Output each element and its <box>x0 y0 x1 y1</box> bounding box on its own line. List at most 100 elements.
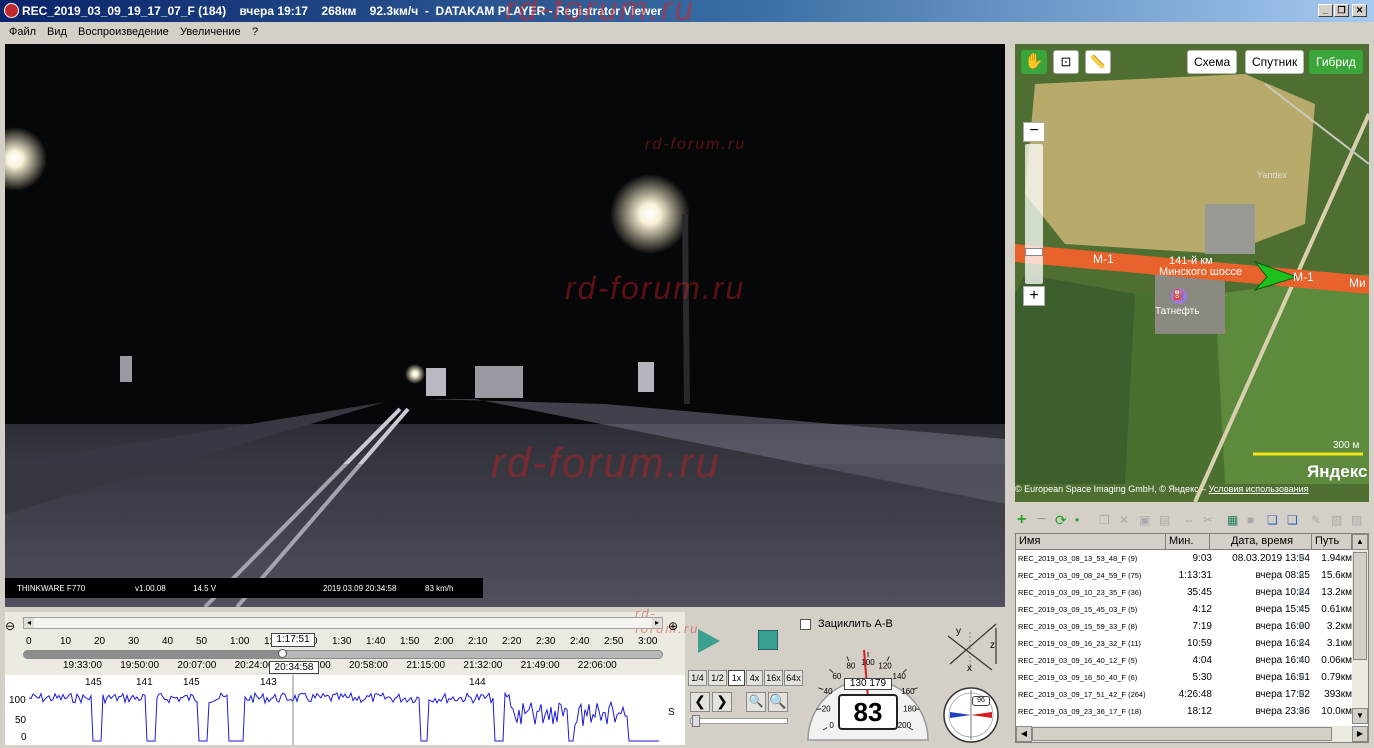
route-icon: ⛕ <box>1298 672 1305 682</box>
speed-axis-50: 50 <box>15 715 27 726</box>
seek-bar[interactable] <box>23 649 663 659</box>
refresh-icon[interactable]: ⟳ <box>1055 512 1067 529</box>
menu-help[interactable]: ? <box>252 26 258 38</box>
menu-playback[interactable]: Воспроизведение <box>78 26 169 38</box>
dot-icon[interactable]: • <box>1075 513 1079 527</box>
zoom-small-icon[interactable]: 🔍 <box>746 692 766 712</box>
volume-slider[interactable] <box>690 715 788 727</box>
hscroll-thumb[interactable] <box>1032 727 1332 741</box>
list-item[interactable]: REC_2019_03_09_10_23_35_F (36) 35:45 вчера… <box>1016 584 1352 601</box>
speed-line <box>29 691 659 742</box>
scroll-up-arrow[interactable]: ▲ <box>1352 534 1368 550</box>
map-zoom-thumb[interactable] <box>1025 248 1043 256</box>
save-icon[interactable]: ▣ <box>1139 513 1150 527</box>
link-icon[interactable]: ⇔ <box>1183 513 1195 527</box>
peak-label-3: 145 <box>183 677 200 688</box>
list-item[interactable]: REC_2019_03_09_16_23_32_F (11) 10:59 вчера… <box>1016 635 1352 652</box>
list-item[interactable]: REC_2019_03_09_23_36_17_F (18) 18:12 вчера… <box>1016 703 1352 720</box>
hscroll-left-arrow[interactable]: ◀ <box>1016 726 1032 742</box>
video-frame[interactable]: rd-forum.ru rd-forum.ru rd-forum.ru <box>5 44 1005 607</box>
zoom-in-icon[interactable]: ⊕ <box>668 619 678 633</box>
hscroll-right-arrow[interactable]: ▶ <box>1352 726 1368 742</box>
map-mode-hybrid[interactable]: Гибрид <box>1309 50 1363 74</box>
speed-button[interactable]: 16x <box>764 670 783 686</box>
list-hscrollbar[interactable]: ◀ ▶ <box>1016 726 1368 742</box>
speed-button[interactable]: 1/2 <box>708 670 727 686</box>
osd-speed: 83 km/h <box>425 584 454 593</box>
fuel-station-icon[interactable]: ⛽ <box>1171 288 1187 304</box>
list-item[interactable]: REC_2019_03_09_16_40_12_F (5) 4:04 вчера 1… <box>1016 652 1352 669</box>
file-name: REC_2019_03_09_08_24_59_F (75) <box>1018 571 1142 580</box>
col-min[interactable]: Мин. <box>1166 534 1210 550</box>
menu-zoom[interactable]: Увеличение <box>180 26 241 38</box>
zoom-box-icon[interactable]: ⊡ <box>1053 50 1079 74</box>
dial-label: 60 <box>832 672 841 681</box>
loop-checkbox[interactable] <box>800 619 811 630</box>
stop-button[interactable] <box>758 630 778 650</box>
col-path[interactable]: Путь <box>1312 534 1352 550</box>
scroll-left-arrow[interactable]: ◂ <box>24 618 34 628</box>
edit-icon[interactable]: ✎ <box>1311 513 1321 527</box>
compass-heading: 96 <box>972 696 990 706</box>
next-frame-button[interactable]: ❯ <box>712 692 732 712</box>
list-item[interactable]: REC_2019_03_09_08_24_59_F (75) 1:13:31 вче… <box>1016 567 1352 584</box>
remove-icon[interactable]: − <box>1037 511 1046 529</box>
horizontal-scrollbar[interactable]: ◂ ▸ <box>23 617 663 629</box>
map-zoom-in[interactable]: + <box>1023 286 1045 306</box>
list-item[interactable]: REC_2019_03_09_15_59_33_F (8) 7:19 вчера 1… <box>1016 618 1352 635</box>
map-mode-satellite[interactable]: Спутник <box>1245 50 1305 74</box>
map-zoom-out[interactable]: − <box>1023 122 1045 142</box>
loop-label: Зациклить А-В <box>818 618 893 630</box>
list-item[interactable]: REC_2019_03_09_16_50_40_F (6) 5:30 вчера 1… <box>1016 669 1352 686</box>
maximize-button[interactable]: ❐ <box>1334 4 1349 17</box>
route-icon: ⛕ <box>1298 604 1305 614</box>
window2-icon[interactable]: ❏ <box>1287 513 1298 527</box>
vertical-scrollbar[interactable]: ▲ ▼ <box>1352 534 1368 724</box>
minimize-button[interactable]: _ <box>1318 4 1333 17</box>
map-zoom-slider[interactable] <box>1025 144 1043 284</box>
speed-button[interactable]: 1/4 <box>688 670 707 686</box>
menu-file[interactable]: Файл <box>9 26 36 38</box>
close-button[interactable]: ✕ <box>1352 4 1367 17</box>
clock-tick: 20:07:00 <box>177 660 217 671</box>
menu-view[interactable]: Вид <box>47 26 67 38</box>
video-scene <box>5 44 1005 607</box>
scroll-down-arrow[interactable]: ▼ <box>1352 708 1368 724</box>
scroll-thumb[interactable] <box>1353 552 1367 660</box>
pan-tool-icon[interactable]: ✋ <box>1021 50 1047 74</box>
add-icon[interactable]: + <box>1017 511 1026 529</box>
volume-thumb[interactable] <box>692 715 700 727</box>
terms-link[interactable]: Условия использования <box>1209 484 1309 494</box>
export-icon[interactable]: ▦ <box>1227 513 1238 527</box>
list-item[interactable]: REC_2019_03_09_17_51_42_F (264) 4:26:48 вч… <box>1016 686 1352 703</box>
zoom-large-icon[interactable]: 🔍 <box>768 692 788 712</box>
doc2-icon[interactable]: ▨ <box>1351 513 1362 527</box>
dial-tick <box>818 687 824 690</box>
copy-icon[interactable]: ❐ <box>1099 513 1110 527</box>
dial-label: 20 <box>822 704 831 713</box>
ruler-icon[interactable]: 📏 <box>1085 50 1111 74</box>
peak-label-4: 143 <box>260 677 277 688</box>
map-mode-scheme[interactable]: Схема <box>1187 50 1238 74</box>
cut-icon[interactable]: ✂ <box>1203 513 1213 527</box>
doc-icon[interactable]: ▧ <box>1331 513 1342 527</box>
seek-thumb[interactable] <box>278 649 288 658</box>
speed-button[interactable]: 1x <box>728 670 745 686</box>
map-view[interactable]: ✋ ⊡ 📏 Схема Спутник Гибрид − + М-1 М-1 М… <box>1015 44 1369 502</box>
list-item[interactable]: REC_2019_03_08_13_53_48_F (9) 9:03 08.03.2… <box>1016 550 1352 567</box>
stop-icon[interactable]: ■ <box>1247 513 1254 527</box>
zoom-out-icon[interactable]: ⊖ <box>5 619 15 633</box>
list-item[interactable]: REC_2019_03_09_15_45_03_F (5) 4:12 вчера 1… <box>1016 601 1352 618</box>
play-button[interactable] <box>698 629 720 653</box>
speed-button[interactable]: 4x <box>746 670 763 686</box>
axes-widget[interactable]: y z x <box>940 618 1006 680</box>
scroll-right-arrow[interactable]: ▸ <box>652 618 662 628</box>
file-duration: 9:03 <box>1192 553 1212 564</box>
col-name[interactable]: Имя <box>1016 534 1166 550</box>
speed-graph[interactable]: 100 50 0 145 141 145 143 144 S <box>5 675 685 745</box>
col-date[interactable]: Дата, время <box>1210 534 1312 550</box>
properties-icon[interactable]: ▤ <box>1159 513 1170 527</box>
delete-icon[interactable]: ✕ <box>1119 513 1129 527</box>
window-icon[interactable]: ❏ <box>1267 513 1278 527</box>
prev-frame-button[interactable]: ❮ <box>690 692 710 712</box>
